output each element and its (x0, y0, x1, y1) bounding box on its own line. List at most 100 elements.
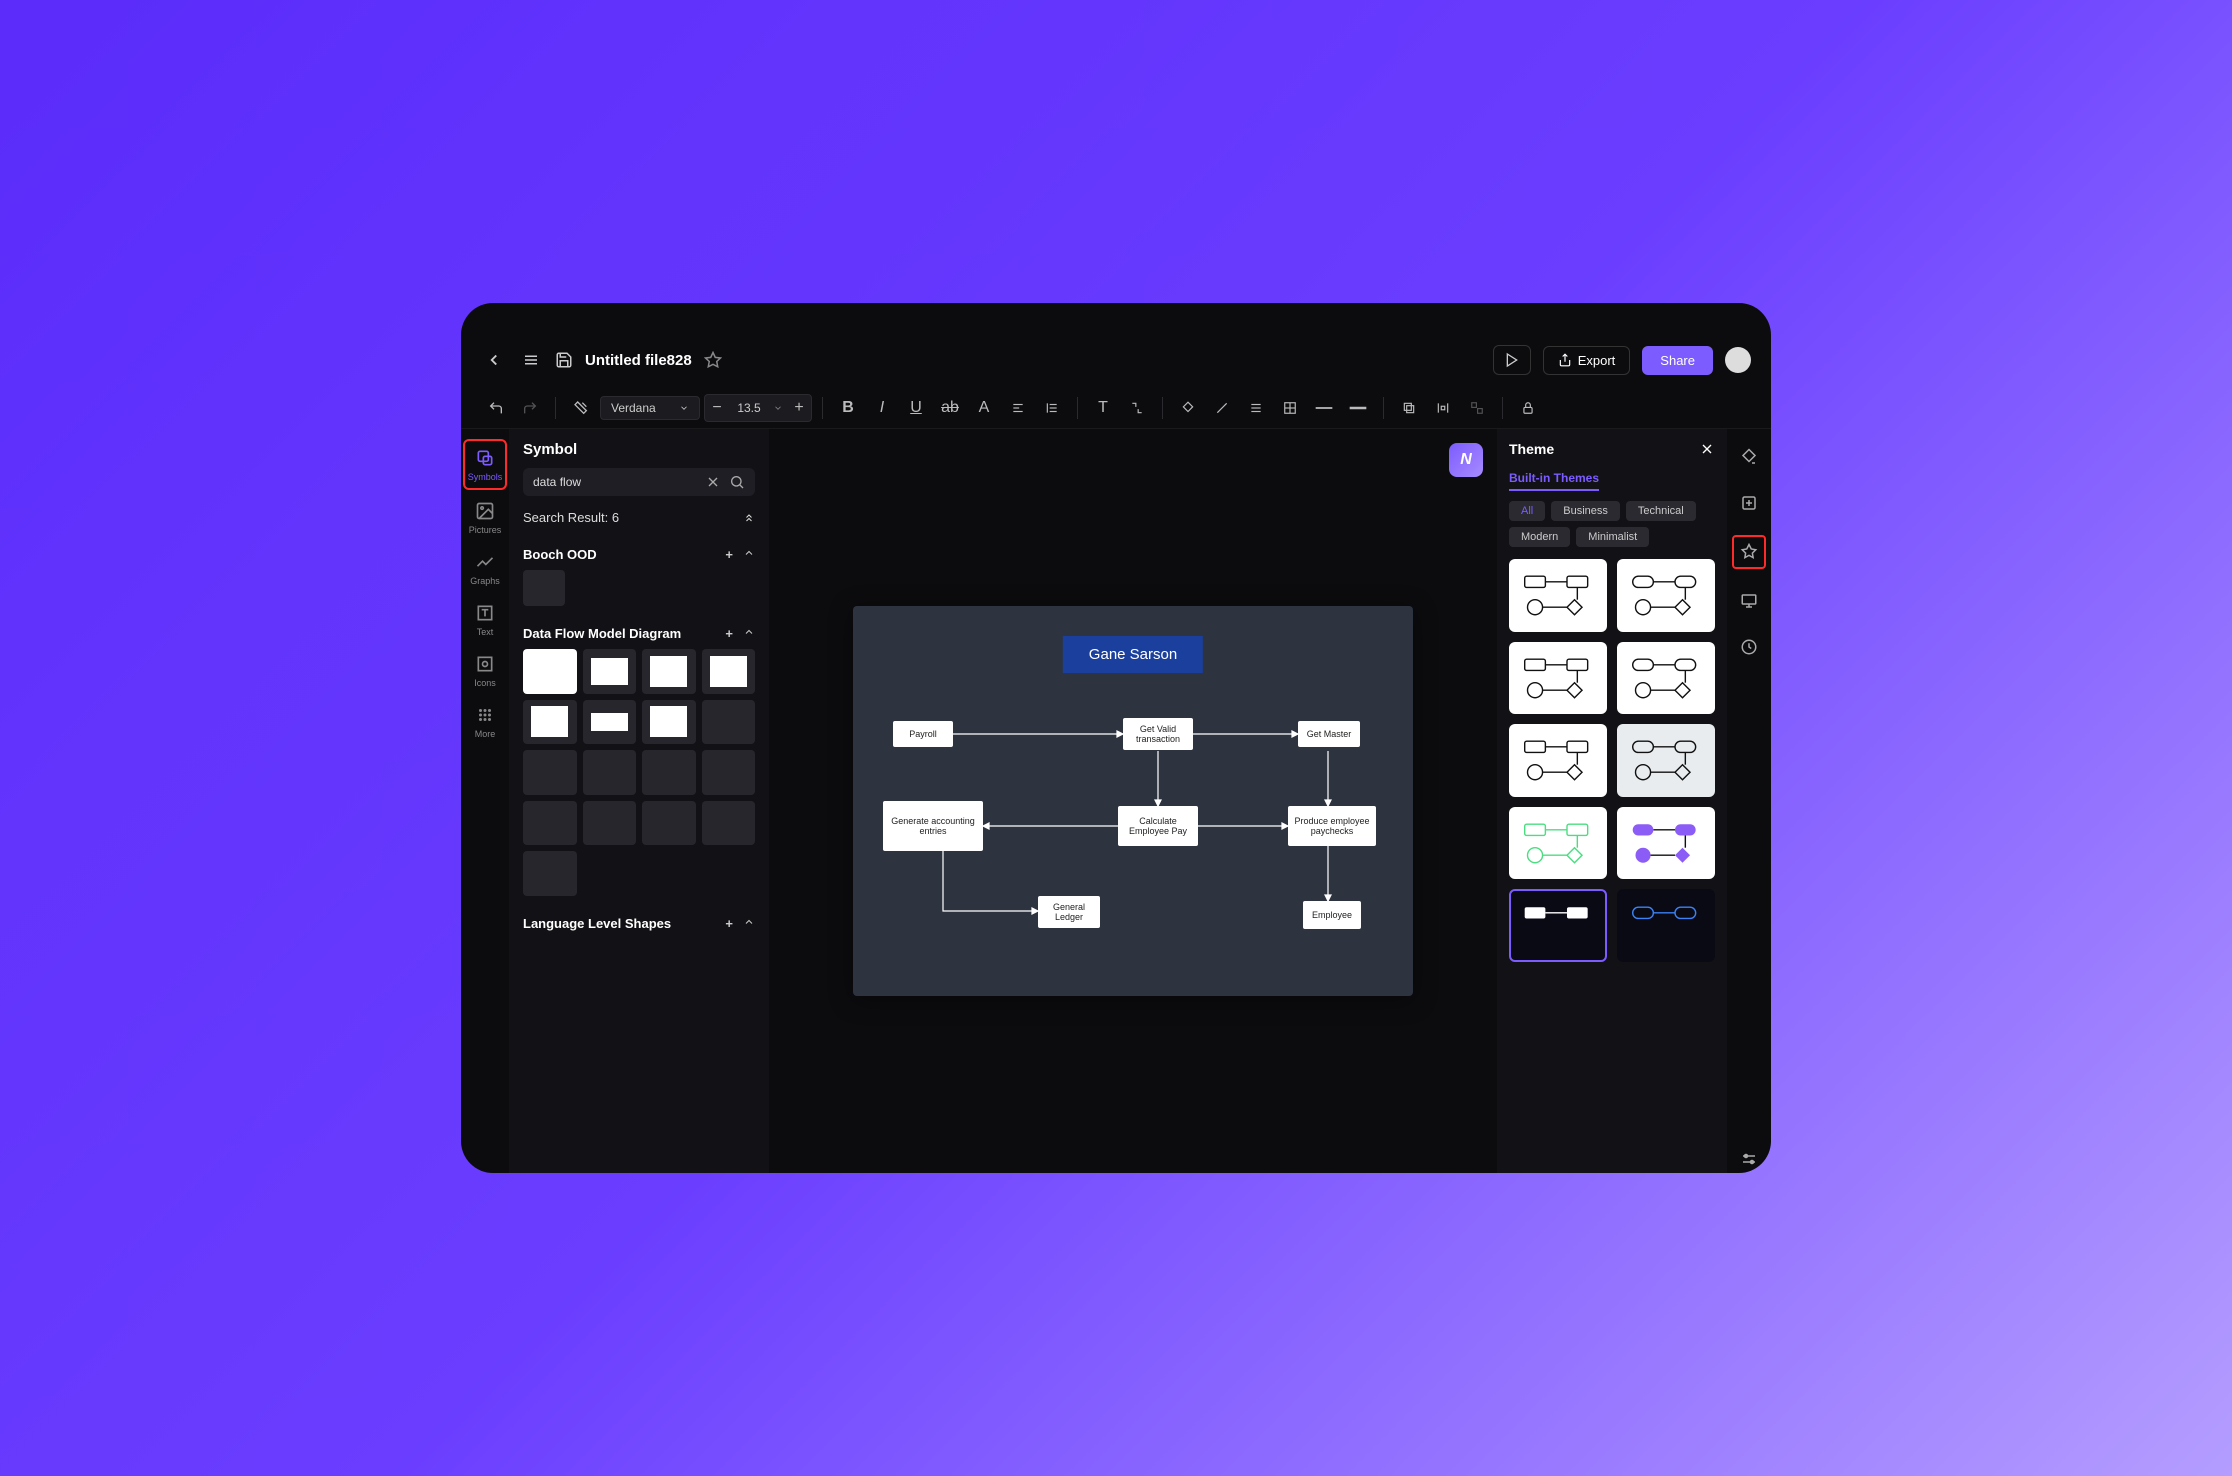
fill-tool-button[interactable] (1735, 443, 1763, 471)
theme-button[interactable] (1732, 535, 1766, 569)
filter-modern[interactable]: Modern (1509, 527, 1570, 547)
table-button[interactable] (1275, 393, 1305, 423)
history-button[interactable] (1735, 633, 1763, 661)
node-calculate[interactable]: Calculate Employee Pay (1118, 806, 1198, 846)
shape-item[interactable] (523, 750, 577, 795)
close-icon[interactable] (1699, 441, 1715, 457)
filter-business[interactable]: Business (1551, 501, 1620, 521)
line-style-button[interactable] (1309, 393, 1339, 423)
distribute-button[interactable] (1428, 393, 1458, 423)
save-icon[interactable] (555, 351, 573, 369)
fill-button[interactable] (1173, 393, 1203, 423)
stroke-button[interactable] (1207, 393, 1237, 423)
rail-more[interactable]: More (463, 698, 507, 745)
line-weight-button[interactable] (1343, 393, 1373, 423)
group-data-flow[interactable]: Data Flow Model Diagram + (523, 626, 755, 641)
node-get-valid[interactable]: Get Valid transaction (1123, 718, 1193, 750)
shape-item[interactable] (523, 649, 577, 694)
menu-button[interactable] (519, 351, 543, 369)
search-input[interactable] (533, 475, 697, 489)
diagram-page[interactable]: Gane Sarson Payroll Get Valid transactio (853, 606, 1413, 996)
file-title[interactable]: Untitled file828 (585, 352, 692, 369)
shape-item[interactable] (583, 700, 637, 745)
settings-list-button[interactable] (1735, 1145, 1763, 1173)
shape-item[interactable] (642, 750, 696, 795)
redo-button[interactable] (515, 393, 545, 423)
shape-item[interactable] (642, 801, 696, 846)
node-employee[interactable]: Employee (1303, 901, 1361, 929)
align-button[interactable] (1003, 393, 1033, 423)
import-button[interactable] (1735, 489, 1763, 517)
node-produce[interactable]: Produce employee paychecks (1288, 806, 1376, 846)
filter-minimalist[interactable]: Minimalist (1576, 527, 1649, 547)
add-icon[interactable]: + (725, 547, 733, 562)
rail-symbols[interactable]: Symbols (463, 439, 507, 490)
shape-item[interactable] (702, 700, 756, 745)
shape-item[interactable] (702, 801, 756, 846)
shape-item[interactable] (583, 801, 637, 846)
theme-option[interactable] (1509, 807, 1607, 880)
theme-option[interactable] (1509, 642, 1607, 715)
underline-button[interactable]: U (901, 393, 931, 423)
filter-all[interactable]: All (1509, 501, 1545, 521)
export-button[interactable]: Export (1543, 346, 1631, 375)
chevron-up-icon[interactable] (743, 626, 755, 641)
italic-button[interactable]: I (867, 393, 897, 423)
theme-option[interactable] (1617, 807, 1715, 880)
node-payroll[interactable]: Payroll (893, 721, 953, 747)
ai-assistant-button[interactable]: N (1449, 443, 1483, 477)
group-button[interactable] (1462, 393, 1492, 423)
presentation-button[interactable] (1735, 587, 1763, 615)
line-spacing-button[interactable] (1037, 393, 1067, 423)
theme-option[interactable] (1617, 889, 1715, 962)
symbol-search[interactable] (523, 468, 755, 496)
font-size-increase[interactable]: + (787, 395, 811, 421)
list-button[interactable] (1241, 393, 1271, 423)
text-color-button[interactable]: A (969, 393, 999, 423)
shape-item[interactable] (523, 700, 577, 745)
rail-pictures[interactable]: Pictures (463, 494, 507, 541)
node-ledger[interactable]: General Ledger (1038, 896, 1100, 928)
theme-option[interactable] (1509, 724, 1607, 797)
theme-option[interactable] (1617, 559, 1715, 632)
theme-option[interactable] (1617, 642, 1715, 715)
search-icon[interactable] (729, 474, 745, 490)
play-button[interactable] (1493, 345, 1531, 375)
rail-graphs[interactable]: Graphs (463, 545, 507, 592)
shape-item[interactable] (523, 801, 577, 846)
font-size-stepper[interactable]: − 13.5 + (704, 394, 812, 422)
lock-button[interactable] (1513, 393, 1543, 423)
shape-item[interactable] (642, 649, 696, 694)
back-button[interactable] (481, 347, 507, 373)
shape-item[interactable] (642, 700, 696, 745)
theme-option[interactable] (1509, 889, 1607, 962)
bold-button[interactable]: B (833, 393, 863, 423)
clear-search-icon[interactable] (705, 474, 721, 490)
collapse-all-icon[interactable] (743, 512, 755, 524)
shape-item[interactable] (523, 570, 565, 606)
shape-item[interactable] (583, 649, 637, 694)
user-avatar[interactable] (1725, 347, 1751, 373)
shape-item[interactable] (523, 851, 577, 896)
layers-button[interactable] (1394, 393, 1424, 423)
font-family-select[interactable]: Verdana (600, 396, 700, 420)
favorite-button[interactable] (704, 351, 722, 369)
rail-text[interactable]: Text (463, 596, 507, 643)
font-size-decrease[interactable]: − (705, 395, 729, 421)
theme-option[interactable] (1617, 724, 1715, 797)
strikethrough-button[interactable]: ab (935, 393, 965, 423)
share-button[interactable]: Share (1642, 346, 1713, 375)
format-painter-button[interactable] (566, 393, 596, 423)
shape-item[interactable] (583, 750, 637, 795)
connector-button[interactable] (1122, 393, 1152, 423)
add-icon[interactable]: + (725, 626, 733, 641)
filter-technical[interactable]: Technical (1626, 501, 1696, 521)
theme-option[interactable] (1509, 559, 1607, 632)
shape-item[interactable] (702, 649, 756, 694)
font-size-value[interactable]: 13.5 (729, 401, 769, 415)
text-tool-button[interactable]: T (1088, 393, 1118, 423)
undo-button[interactable] (481, 393, 511, 423)
group-language-level[interactable]: Language Level Shapes + (523, 916, 755, 931)
rail-icons[interactable]: Icons (463, 647, 507, 694)
node-get-master[interactable]: Get Master (1298, 721, 1360, 747)
